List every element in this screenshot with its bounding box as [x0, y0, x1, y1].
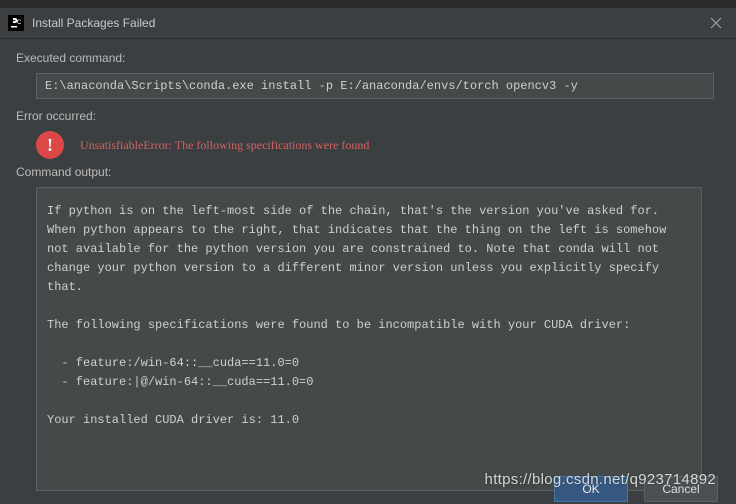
executed-command-box[interactable]: E:\anaconda\Scripts\conda.exe install -p…: [36, 73, 714, 99]
svg-text:C: C: [17, 20, 22, 26]
command-output-label: Command output:: [16, 165, 720, 179]
editor-strip: [0, 0, 736, 8]
command-output-box[interactable]: If python is on the left-most side of th…: [36, 187, 702, 491]
ok-button[interactable]: OK: [554, 476, 628, 502]
error-message: UnsatisfiableError: The following specif…: [80, 138, 369, 153]
error-occurred-label: Error occurred:: [16, 109, 720, 123]
cancel-button[interactable]: Cancel: [644, 476, 718, 502]
executed-command-label: Executed command:: [16, 51, 720, 65]
button-bar: OK Cancel: [0, 473, 736, 504]
close-icon[interactable]: [704, 11, 728, 35]
dialog-content: Executed command: E:\anaconda\Scripts\co…: [0, 39, 736, 491]
window-title: Install Packages Failed: [32, 16, 704, 30]
error-icon: !: [36, 131, 64, 159]
pycharm-icon: C: [8, 15, 24, 31]
error-row: ! UnsatisfiableError: The following spec…: [36, 131, 720, 159]
title-bar: C Install Packages Failed: [0, 8, 736, 39]
